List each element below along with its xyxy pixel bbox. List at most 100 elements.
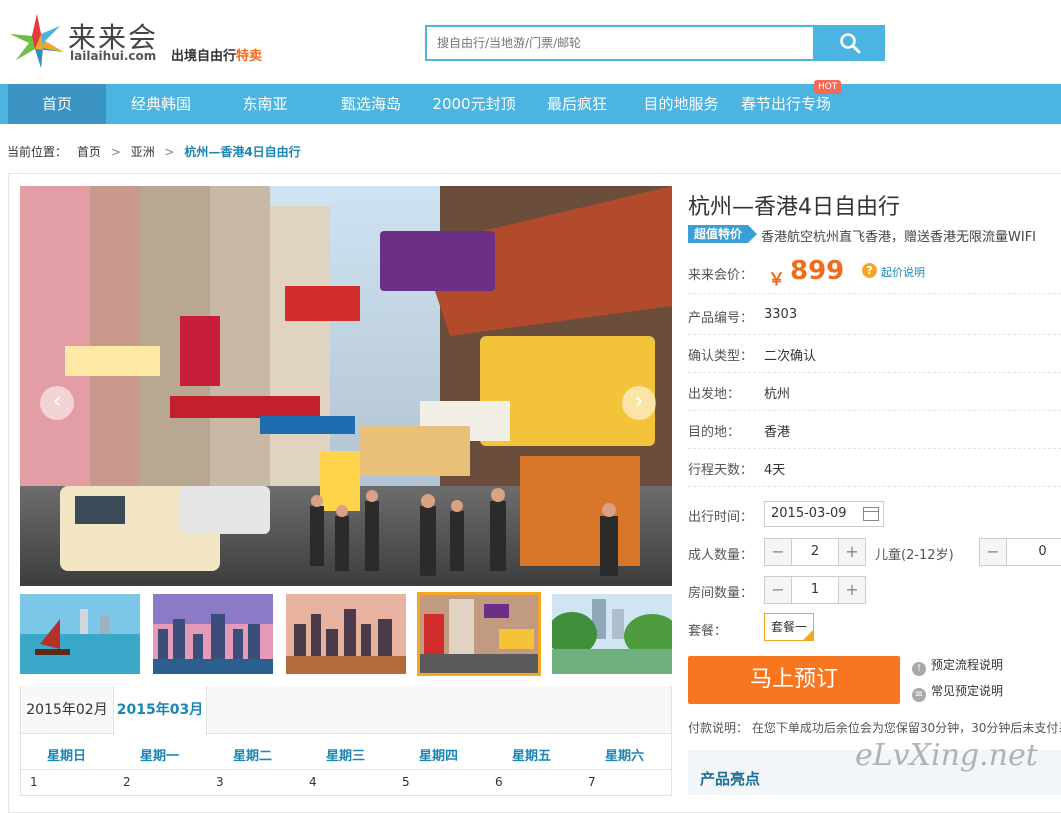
nav-item-last-minute[interactable]: 最后疯狂 [538, 84, 616, 124]
nav-item-korea[interactable]: 经典韩国 [118, 84, 204, 124]
thumbnail-street-selected[interactable] [417, 592, 541, 676]
promo-text: 香港航空杭州直飞香港，赠送香港无限流量WIFI [761, 230, 1036, 245]
site-header: 来来会 lailaihui.com 出境自由行特卖 [0, 0, 1061, 84]
departure-date-input[interactable]: 2015-03-09 [764, 501, 884, 527]
field-label-confirm-type: 确认类型： [688, 349, 754, 364]
breadcrumb-current[interactable]: 杭州—香港4日自由行 [184, 145, 300, 159]
nav-item-2000-cap[interactable]: 2000元封顶 [428, 84, 520, 124]
calendar-day[interactable]: 7 [588, 775, 596, 789]
hot-badge: HOT [814, 80, 842, 95]
field-label-origin: 出发地： [688, 387, 741, 402]
calendar-day[interactable]: 5 [402, 775, 410, 789]
booking-faq-link[interactable]: ≡ 常见预定说明 [912, 682, 1003, 702]
calendar-day[interactable]: 3 [216, 775, 224, 789]
minus-icon[interactable]: − [765, 577, 791, 603]
breadcrumb-separator: > [164, 145, 175, 159]
weekday-mon: 星期一 [139, 749, 179, 764]
divider [688, 334, 1061, 335]
weekday-wed: 星期三 [325, 749, 365, 764]
field-value-confirm-type: 二次确认 [764, 349, 817, 364]
weekday-thu: 星期四 [418, 749, 458, 764]
product-title: 杭州—香港4日自由行 [688, 195, 900, 220]
field-label-destination: 目的地： [688, 425, 741, 440]
star-logo-icon [10, 14, 64, 68]
child-stepper: − 0 [979, 538, 1061, 566]
hero-prev-arrow[interactable]: ‹ [40, 386, 74, 420]
plus-icon[interactable]: + [839, 539, 865, 565]
site-logo[interactable]: 来来会 lailaihui.com 出境自由行特卖 [8, 12, 262, 74]
weekday-fri: 星期五 [511, 749, 551, 764]
plus-icon[interactable]: + [839, 577, 865, 603]
adult-count[interactable]: 2 [791, 539, 839, 565]
calendar-day[interactable]: 6 [495, 775, 503, 789]
nav-item-islands[interactable]: 甄选海岛 [328, 84, 414, 124]
calendar-divider [21, 769, 671, 770]
info-icon: ! [912, 662, 926, 676]
adult-stepper: − 2 + [764, 538, 866, 566]
package-option-selected[interactable]: 套餐一 [764, 613, 814, 641]
field-value-origin: 杭州 [764, 387, 791, 402]
weekday-sat: 星期六 [604, 749, 644, 764]
search-box [425, 25, 815, 61]
calendar-tab-mar[interactable]: 2015年03月 [113, 686, 207, 735]
adult-label: 成人数量： [688, 548, 754, 563]
currency-symbol: ￥ [768, 270, 785, 290]
field-value-days: 4天 [764, 463, 786, 478]
divider [688, 448, 1061, 449]
room-label: 房间数量： [688, 586, 754, 601]
divider [688, 486, 1061, 487]
field-value-destination: 香港 [764, 425, 791, 440]
thumbnail-night-skyline[interactable] [286, 594, 406, 674]
breadcrumb-home[interactable]: 首页 [77, 145, 101, 159]
child-count[interactable]: 0 [1006, 539, 1061, 565]
product-price: 899 [790, 256, 845, 286]
minus-icon[interactable]: − [765, 539, 791, 565]
field-label-days: 行程天数： [688, 463, 754, 478]
nav-item-home[interactable]: 首页 [8, 84, 106, 124]
price-note-link[interactable]: 起价说明 [881, 264, 925, 280]
main-nav: 首页 经典韩国 东南亚 甄选海岛 2000元封顶 最后疯狂 目的地服务 春节出行… [0, 84, 1061, 124]
room-count[interactable]: 1 [791, 577, 839, 603]
search-input[interactable] [427, 27, 813, 59]
breadcrumb: 当前位置： 首页 > 亚洲 > 杭州—香港4日自由行 [7, 143, 307, 160]
weekday-sun: 星期日 [46, 749, 86, 764]
payment-note: 付款说明： 在您下单成功后余位会为您保留30分钟，30分钟后未支付系统将自动取消 [688, 721, 1061, 735]
calendar-icon [863, 507, 879, 521]
hong-kong-street-image [20, 186, 672, 586]
weekday-tue: 星期二 [232, 749, 272, 764]
calendar-day[interactable]: 2 [123, 775, 131, 789]
highlights-title: 产品亮点 [700, 770, 761, 788]
divider [688, 410, 1061, 411]
thumbnail-skyline-sunset[interactable] [153, 594, 273, 674]
brand-slogan: 出境自由行特卖 [171, 49, 263, 64]
brand-domain: lailaihui.com [70, 49, 157, 63]
nav-item-southeast-asia[interactable]: 东南亚 [228, 84, 302, 124]
book-now-button[interactable]: 马上预订 [688, 656, 900, 704]
field-value-product-id: 3303 [764, 307, 798, 322]
date-label: 出行时间： [688, 510, 754, 525]
divider [688, 372, 1061, 373]
watermark: eLvXing.net [855, 738, 1038, 773]
field-label-product-id: 产品编号： [688, 311, 754, 326]
child-label: 儿童(2-12岁) [875, 548, 954, 563]
special-price-tag: 超值特价 [688, 225, 758, 243]
list-icon: ≡ [912, 688, 926, 702]
room-stepper: − 1 + [764, 576, 866, 604]
calendar-day[interactable]: 4 [309, 775, 317, 789]
breadcrumb-prefix: 当前位置： [7, 145, 68, 159]
thumbnail-park[interactable] [552, 594, 672, 674]
calendar-day[interactable]: 1 [30, 775, 38, 789]
thumbnail-harbour[interactable] [20, 594, 140, 674]
search-icon [840, 33, 861, 54]
question-icon: ? [862, 263, 877, 278]
hero-next-arrow[interactable]: › [622, 386, 656, 420]
nav-item-destination-service[interactable]: 目的地服务 [636, 84, 726, 124]
divider [688, 293, 1061, 294]
calendar-tab-feb[interactable]: 2015年02月 [21, 686, 113, 734]
minus-icon[interactable]: − [980, 539, 1006, 565]
breadcrumb-separator: > [110, 145, 121, 159]
price-label: 来来会价： [688, 268, 754, 283]
breadcrumb-asia[interactable]: 亚洲 [131, 145, 155, 159]
booking-process-link[interactable]: ! 预定流程说明 [912, 656, 1003, 676]
search-button[interactable] [815, 25, 885, 61]
